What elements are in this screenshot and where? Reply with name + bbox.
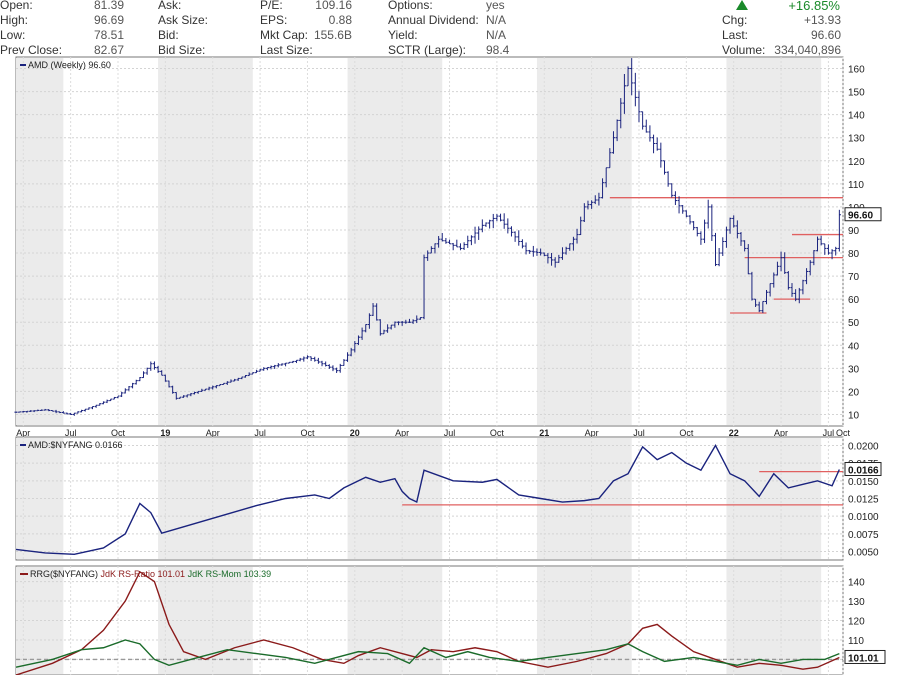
chart-area: 102030405060708090100110120130140150160A… [14, 56, 886, 675]
y-tick-label: 10 [848, 410, 860, 421]
y-tick-label: 110 [848, 180, 864, 191]
y-tick-label: 140 [848, 578, 865, 589]
panel-title: RRG($NYFANG) JdK RS-Ratio 101.01 JdK RS-… [30, 569, 271, 579]
price-panel: 102030405060708090100110120130140150160A… [14, 56, 882, 438]
y-tick-label: 50 [848, 318, 860, 329]
y-tick-label: 0.0200 [848, 441, 879, 452]
y-tick-label: 30 [848, 364, 860, 375]
y-tick-label: 0.0100 [848, 512, 879, 523]
panel-title: AMD:$NYFANG 0.0166 [28, 440, 123, 450]
relative-strength-panel: 0.00500.00750.01000.01250.01500.01750.02… [15, 436, 882, 561]
y-tick-label: 0.0075 [848, 530, 879, 541]
y-tick-label: 90 [848, 226, 860, 237]
shade-band [536, 58, 632, 425]
last-value-label: 0.0166 [848, 466, 879, 477]
y-tick-label: 40 [848, 341, 860, 352]
y-tick-label: 150 [848, 88, 865, 99]
y-tick-label: 140 [848, 111, 865, 122]
last-value-label: 101.01 [848, 653, 879, 664]
y-tick-label: 0.0150 [848, 477, 879, 488]
y-tick-label: 60 [848, 295, 860, 306]
rrg-panel: 100110120130140RRG($NYFANG) JdK RS-Ratio… [15, 565, 886, 675]
y-tick-label: 0.0050 [848, 548, 879, 559]
y-tick-label: 130 [848, 134, 865, 145]
y-tick-label: 120 [848, 617, 865, 628]
y-tick-label: 0.0125 [848, 495, 879, 506]
y-tick-label: 70 [848, 272, 860, 283]
y-tick-label: 160 [848, 65, 865, 76]
y-tick-label: 80 [848, 249, 860, 260]
shade-band [347, 58, 443, 425]
last-value-label: 96.60 [848, 211, 873, 222]
y-tick-label: 20 [848, 387, 860, 398]
panel-title: AMD (Weekly) 96.60 [28, 60, 111, 70]
legend-entry: JdK RS-Mom 103.39 [185, 569, 271, 579]
shade-band [158, 58, 253, 425]
y-tick-label: 110 [848, 636, 864, 647]
y-tick-label: 130 [848, 597, 865, 608]
y-tick-label: 120 [848, 157, 865, 168]
